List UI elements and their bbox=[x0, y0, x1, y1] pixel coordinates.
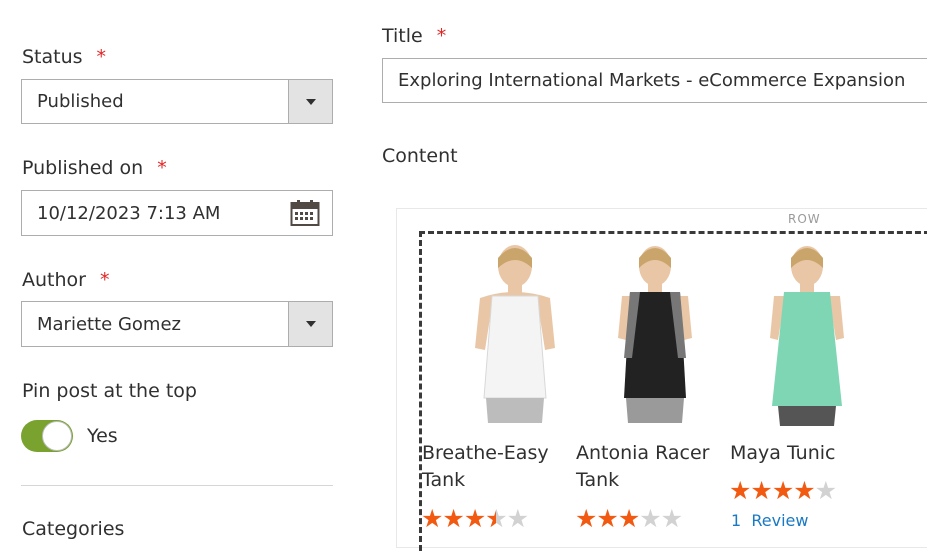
chevron-down-icon[interactable] bbox=[288, 80, 332, 123]
status-select[interactable]: Published bbox=[21, 79, 333, 124]
review-link[interactable]: 1 Review bbox=[731, 511, 808, 530]
title-value: Exploring International Markets - eComme… bbox=[398, 70, 906, 91]
chevron-down-icon[interactable] bbox=[288, 302, 332, 346]
product-image[interactable] bbox=[450, 238, 580, 432]
pin-post-state: Yes bbox=[87, 425, 118, 447]
title-label: Title * bbox=[382, 25, 447, 47]
pin-post-label: Pin post at the top bbox=[22, 380, 197, 402]
product-name[interactable]: Antonia Racer Tank bbox=[576, 440, 716, 494]
content-label: Content bbox=[382, 145, 458, 167]
rating-stars: ★★★★★ bbox=[729, 476, 837, 505]
author-value: Mariette Gomez bbox=[37, 313, 181, 335]
author-select[interactable]: Mariette Gomez bbox=[21, 301, 333, 347]
row-tag: ROW bbox=[788, 212, 821, 226]
required-marker: * bbox=[99, 269, 110, 291]
status-label: Status * bbox=[22, 46, 107, 68]
required-marker: * bbox=[157, 157, 167, 179]
author-label: Author * bbox=[22, 269, 110, 291]
required-marker: * bbox=[96, 46, 107, 68]
title-input[interactable]: Exploring International Markets - eComme… bbox=[382, 58, 927, 103]
rating-stars: ★★★★★ bbox=[575, 504, 683, 533]
categories-label: Categories bbox=[22, 518, 125, 540]
published-on-input[interactable]: 10/12/2023 7:13 AM bbox=[21, 190, 333, 236]
product-image[interactable] bbox=[752, 238, 862, 432]
product-image[interactable] bbox=[600, 238, 710, 432]
toggle-knob bbox=[42, 421, 72, 451]
published-on-label: Published on * bbox=[22, 157, 167, 179]
divider bbox=[21, 485, 333, 486]
pin-post-toggle[interactable] bbox=[21, 420, 73, 452]
product-name[interactable]: Breathe-Easy Tank bbox=[422, 440, 562, 494]
calendar-icon[interactable] bbox=[290, 199, 320, 231]
rating-stars: ★★★★★ bbox=[421, 506, 529, 531]
product-name[interactable]: Maya Tunic bbox=[730, 440, 870, 467]
status-value: Published bbox=[37, 91, 124, 112]
required-marker: * bbox=[436, 25, 447, 47]
published-on-value: 10/12/2023 7:13 AM bbox=[37, 202, 221, 224]
